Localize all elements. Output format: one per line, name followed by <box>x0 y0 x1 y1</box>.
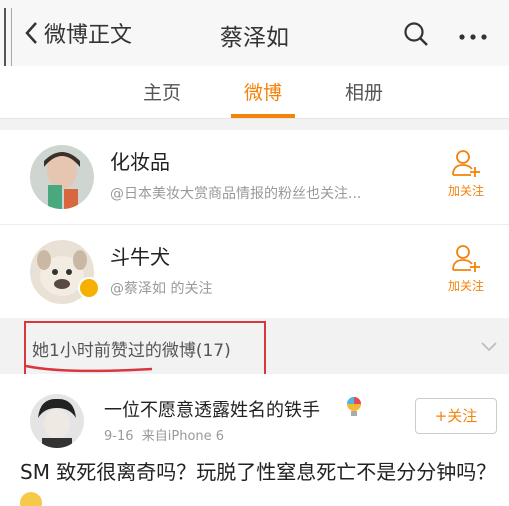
add-user-icon <box>452 245 480 272</box>
post-card: 一位不愿意透露姓名的铁手 9-16 来自iPhone 6 +关注 SM 致死很离… <box>0 374 509 506</box>
active-tab-indicator <box>231 114 295 118</box>
tab-weibo[interactable]: 微博 <box>244 78 282 105</box>
list-item[interactable]: 化妆品 @日本美妆大赏商品情报的粉丝也关注... 加关注 <box>0 130 509 225</box>
post-date: 9-16 <box>104 429 134 444</box>
recommended-follow-list: 化妆品 @日本美妆大赏商品情报的粉丝也关注... 加关注 斗牛犬 @蔡泽如 的关… <box>0 130 509 320</box>
add-user-icon <box>452 150 480 177</box>
chevron-down-icon[interactable] <box>481 342 497 352</box>
avatar[interactable] <box>30 394 84 448</box>
liked-posts-section[interactable]: 她1小时前赞过的微博(17) <box>0 318 509 377</box>
tab-album[interactable]: 相册 <box>345 78 383 105</box>
post-meta: 9-16 来自iPhone 6 <box>104 425 224 444</box>
list-item[interactable]: 斗牛犬 @蔡泽如 的关注 加关注 <box>0 225 509 320</box>
post-source: 来自iPhone 6 <box>141 429 225 444</box>
profile-tabs: 主页 微博 相册 <box>0 66 509 119</box>
avatar[interactable] <box>30 145 94 209</box>
list-item-subtitle: @蔡泽如 的关注 <box>110 281 213 297</box>
more-options-icon[interactable] <box>459 34 487 40</box>
follow-button[interactable]: +关注 <box>415 398 497 434</box>
add-follow-button[interactable]: 加关注 <box>438 148 494 208</box>
add-follow-button[interactable]: 加关注 <box>438 243 494 303</box>
verified-badge-icon <box>78 277 100 299</box>
lightbulb-icon <box>347 397 361 416</box>
page-title: 蔡泽如 <box>220 25 289 51</box>
weibo-page: 微博正文 蔡泽如 主页 微博 相册 化妆品 @日本美妆大赏商品情报的粉丝也关注.… <box>0 0 509 506</box>
post-author-name[interactable]: 一位不愿意透露姓名的铁手 <box>104 396 320 422</box>
post-content: SM 致死很离奇吗？玩脱了性窒息死亡不是分分钟吗？ <box>20 458 505 506</box>
search-icon[interactable] <box>403 21 429 47</box>
add-follow-label: 加关注 <box>447 184 484 198</box>
avatar-image <box>30 145 94 209</box>
doge-emoji-icon <box>20 491 42 506</box>
tab-home[interactable]: 主页 <box>143 78 181 105</box>
list-item-subtitle: @日本美妆大赏商品情报的粉丝也关注... <box>110 186 362 202</box>
add-follow-label: 加关注 <box>447 279 484 293</box>
annotation-underline <box>25 364 153 373</box>
post-content-text: SM 致死很离奇吗？玩脱了性窒息死亡不是分分钟吗？ <box>20 460 497 484</box>
list-item-name[interactable]: 斗牛犬 <box>110 241 170 270</box>
avatar-image <box>30 394 84 448</box>
list-item-name[interactable]: 化妆品 <box>110 146 170 175</box>
top-navigation-bar: 微博正文 蔡泽如 <box>0 0 509 66</box>
